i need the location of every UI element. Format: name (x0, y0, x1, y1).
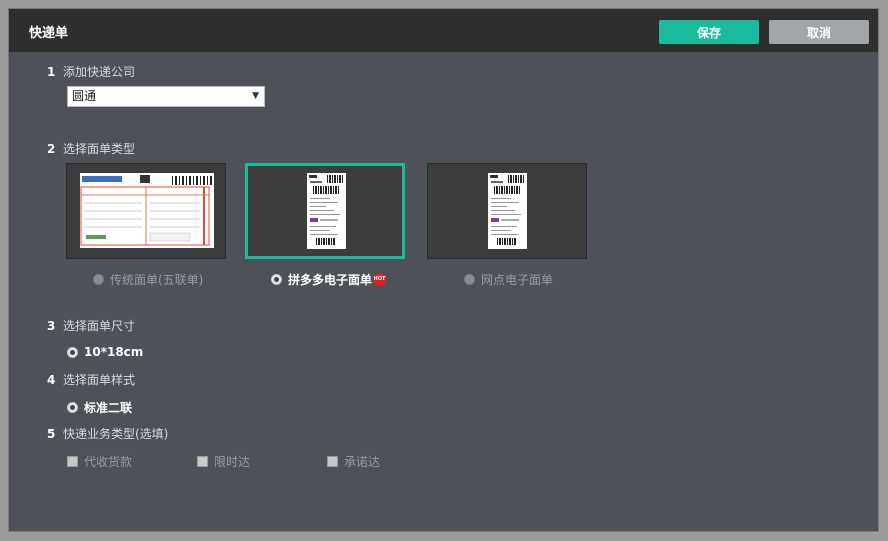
waybill-type-card-traditional[interactable] (66, 163, 226, 259)
section-label: 选择面单类型 (63, 142, 136, 156)
radio-label: 传统面单(五联单) (110, 273, 204, 287)
checkbox[interactable] (67, 456, 78, 467)
waybill-type-radio-outlet[interactable]: 网点电子面单 (464, 271, 553, 288)
section-label: 选择面单尺寸 (63, 319, 136, 333)
save-button[interactable]: 保存 (659, 20, 759, 44)
checkbox-label: 代收货款 (84, 455, 133, 469)
courier-select-value: 圆通 (72, 89, 97, 103)
waybill-type-radio-traditional[interactable]: 传统面单(五联单) (93, 271, 203, 288)
business-type-cod[interactable]: 代收货款 (67, 453, 132, 470)
section-label: 选择面单样式 (63, 373, 136, 387)
section-business-type: 5 快递业务类型(选填) (47, 425, 168, 442)
size-radio[interactable]: 10*18cm (67, 345, 143, 359)
radio-label: 标准二联 (84, 401, 133, 415)
dropdown-arrow-icon: ▼ (252, 91, 259, 101)
section-label: 快递业务类型(选填) (63, 427, 169, 441)
checkbox-label: 限时达 (214, 455, 251, 469)
checkbox-label: 承诺达 (344, 455, 381, 469)
waybill-dialog: 快递单 保存 取消 1 添加快递公司 圆通 ▼ 2 选择面单类型 传统面单(五联… (9, 9, 878, 531)
cancel-button[interactable]: 取消 (769, 20, 869, 44)
section-number: 2 (47, 142, 56, 156)
section-waybill-type: 2 选择面单类型 (47, 140, 135, 157)
checkbox[interactable] (197, 456, 208, 467)
waybill-type-radio-pdd[interactable]: 拼多多电子面单 HOT (271, 271, 387, 288)
section-number: 4 (47, 373, 56, 387)
courier-select[interactable]: 圆通 ▼ (67, 86, 265, 107)
style-radio[interactable]: 标准二联 (67, 399, 132, 416)
section-number: 1 (47, 65, 56, 79)
waybill-type-card-outlet[interactable] (427, 163, 587, 259)
radio-button[interactable] (464, 274, 475, 285)
radio-button[interactable] (67, 402, 78, 413)
section-courier: 1 添加快递公司 (47, 63, 135, 80)
traditional-waybill-thumbnail (80, 173, 214, 248)
section-style: 4 选择面单样式 (47, 371, 135, 388)
radio-label: 拼多多电子面单 (288, 273, 373, 287)
business-type-guaranteed[interactable]: 承诺达 (327, 453, 380, 470)
section-size: 3 选择面单尺寸 (47, 317, 135, 334)
pdd-waybill-thumbnail (307, 173, 346, 249)
outlet-waybill-thumbnail (488, 173, 527, 249)
radio-button[interactable] (67, 346, 78, 358)
section-label: 添加快递公司 (63, 65, 136, 79)
business-type-time-limited[interactable]: 限时达 (197, 453, 250, 470)
section-number: 3 (47, 319, 56, 333)
radio-label: 10*18cm (84, 345, 144, 359)
checkbox[interactable] (327, 456, 338, 467)
radio-button[interactable] (93, 274, 104, 285)
hot-badge: HOT (373, 273, 387, 286)
radio-button[interactable] (271, 274, 282, 285)
waybill-type-card-pdd[interactable] (245, 163, 405, 259)
dialog-title: 快递单 (29, 26, 69, 41)
dialog-header: 快递单 保存 取消 (9, 9, 878, 52)
section-number: 5 (47, 427, 56, 441)
radio-label: 网点电子面单 (481, 273, 554, 287)
